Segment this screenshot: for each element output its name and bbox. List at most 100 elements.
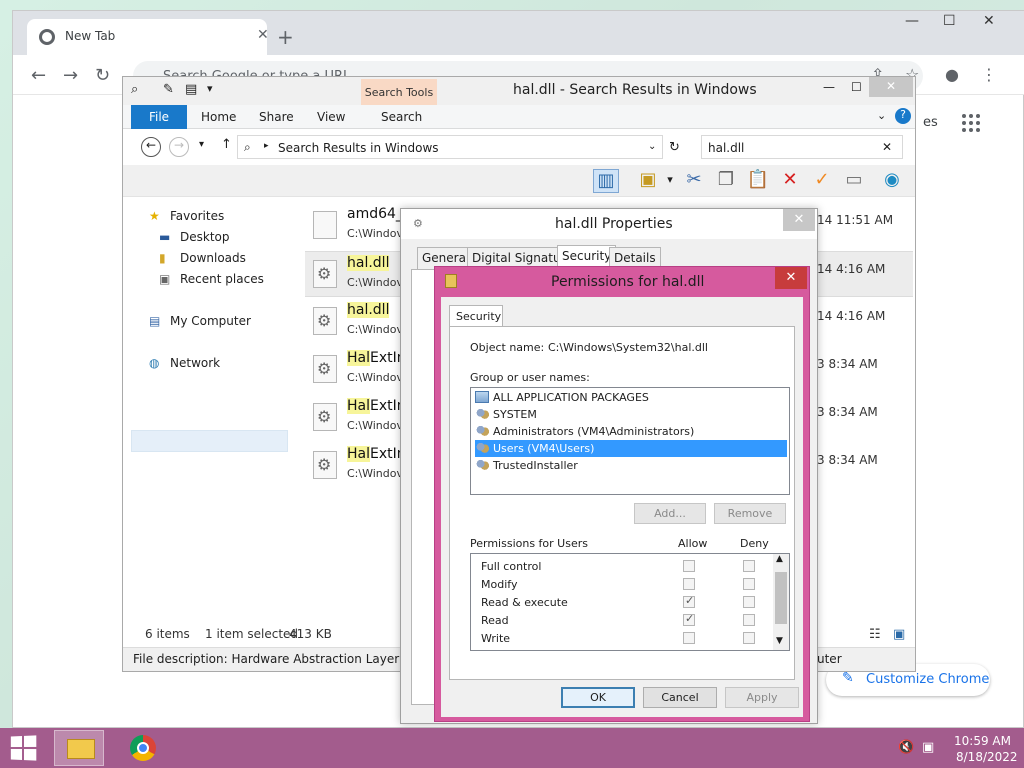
permission-row: Write xyxy=(481,632,771,650)
explorer-maximize-icon[interactable]: ☐ xyxy=(851,80,862,94)
clear-search-icon[interactable]: ✕ xyxy=(882,140,892,154)
deny-checkbox[interactable] xyxy=(743,578,755,590)
list-item[interactable]: TrustedInstaller xyxy=(475,457,787,474)
chrome-maximize-icon[interactable]: ☐ xyxy=(943,13,956,29)
add-button[interactable]: Add... xyxy=(634,503,706,524)
clock-time[interactable]: 10:59 AM xyxy=(954,734,1011,748)
address-dropdown-icon[interactable]: ⌄ xyxy=(648,141,656,152)
nav-label: Desktop xyxy=(180,230,230,244)
globe-icon[interactable]: ◉ xyxy=(879,169,905,193)
list-item[interactable]: Administrators (VM4\Administrators) xyxy=(475,423,787,440)
file-name: HalExtIn xyxy=(347,446,406,462)
ribbon-expand-icon[interactable]: ⌄ xyxy=(877,109,886,122)
copy-icon[interactable]: ❐ xyxy=(713,169,739,193)
cut-icon[interactable]: ✂ xyxy=(681,169,707,193)
close-tab-icon[interactable]: ✕ xyxy=(257,27,269,43)
deny-checkbox[interactable] xyxy=(743,596,755,608)
taskbar-file-explorer[interactable] xyxy=(54,730,104,766)
address-text: Search Results in Windows xyxy=(278,141,439,155)
customize-qat-icon[interactable]: ▾ xyxy=(207,82,213,95)
ribbon-tab-share[interactable]: Share xyxy=(259,110,294,124)
breadcrumb-chevron-icon: ▸ xyxy=(264,141,269,151)
allow-checkbox[interactable] xyxy=(683,632,695,644)
deny-checkbox[interactable] xyxy=(743,614,755,626)
recent-locations-icon[interactable]: ▾ xyxy=(199,139,204,150)
search-quick-icon[interactable]: ⌕ xyxy=(131,82,138,97)
new-tab-plus-icon[interactable]: + xyxy=(277,25,294,49)
ribbon-tab-file[interactable]: File xyxy=(131,105,187,129)
chrome-partial-link[interactable]: es xyxy=(923,115,938,130)
details-view-icon[interactable]: ☷ xyxy=(869,627,881,642)
allow-checkbox[interactable] xyxy=(683,612,695,626)
ribbon-tab-search[interactable]: Search xyxy=(381,110,422,124)
reload-icon[interactable]: ↻ xyxy=(95,65,110,86)
tab-security[interactable]: Security xyxy=(449,305,503,327)
explorer-close-icon[interactable]: ✕ xyxy=(869,77,913,97)
scroll-up-icon[interactable]: ▲ xyxy=(776,554,783,564)
ok-button[interactable]: OK xyxy=(561,687,635,708)
chrome-menu-icon[interactable]: ⋮ xyxy=(981,65,997,84)
file-name-highlight: Hal xyxy=(347,446,370,462)
windows-start-icon[interactable] xyxy=(10,735,37,761)
help-icon[interactable]: ? xyxy=(895,108,911,124)
large-icons-view-icon[interactable]: ▣ xyxy=(893,627,905,642)
chrome-close-icon[interactable]: ✕ xyxy=(983,13,995,29)
remove-button[interactable]: Remove xyxy=(714,503,786,524)
properties-quick-icon[interactable]: ✎ xyxy=(163,82,174,97)
list-item-selected[interactable]: Users (VM4\Users) xyxy=(475,440,787,457)
group-user-list[interactable]: ALL APPLICATION PACKAGES SYSTEM Administ… xyxy=(470,387,790,495)
permissions-close-icon[interactable]: ✕ xyxy=(775,267,807,289)
scroll-down-icon[interactable]: ▼ xyxy=(776,636,783,646)
list-item[interactable]: SYSTEM xyxy=(475,406,787,423)
explorer-back-icon[interactable]: ← xyxy=(141,137,161,157)
select-check-icon[interactable]: ✓ xyxy=(809,169,835,193)
allow-checkbox[interactable] xyxy=(683,560,695,572)
preview-pane-icon[interactable]: ▥ xyxy=(593,169,619,193)
new-folder-quick-icon[interactable]: ▤ xyxy=(185,82,197,97)
explorer-minimize-icon[interactable]: — xyxy=(823,80,835,94)
nav-item-network[interactable]: ◍ Network xyxy=(149,356,220,370)
list-item[interactable]: ALL APPLICATION PACKAGES xyxy=(475,389,787,406)
network-tray-icon[interactable]: ▣ xyxy=(922,740,934,755)
refresh-icon[interactable]: ↻ xyxy=(669,140,680,155)
chrome-minimize-icon[interactable]: — xyxy=(905,13,919,29)
paste-icon[interactable]: 📋 xyxy=(745,169,771,193)
nav-item-recent-places[interactable]: ▣ Recent places xyxy=(159,272,264,286)
up-arrow-icon[interactable]: ↑ xyxy=(221,137,232,152)
profile-avatar-icon[interactable]: ● xyxy=(945,65,959,84)
chrome-tab-new-tab[interactable]: New Tab ✕ xyxy=(27,19,269,55)
delete-icon[interactable]: ✕ xyxy=(777,169,803,193)
nav-item-desktop[interactable]: ▬ Desktop xyxy=(159,230,230,244)
forward-arrow-icon[interactable]: → xyxy=(63,65,78,86)
cancel-button[interactable]: Cancel xyxy=(643,687,717,708)
allow-checkbox[interactable] xyxy=(683,594,695,608)
nav-item-my-computer[interactable]: ▤ My Computer xyxy=(149,314,251,328)
file-name-highlight: Hal xyxy=(347,398,370,414)
file-date: 3 8:34 AM xyxy=(817,453,878,467)
properties-dropdown-icon[interactable]: ▾ xyxy=(657,173,683,197)
back-arrow-icon[interactable]: ← xyxy=(31,65,46,86)
details-right-text: uter xyxy=(817,652,842,666)
ribbon-tab-view[interactable]: View xyxy=(317,110,345,124)
nav-item-downloads[interactable]: ▮ Downloads xyxy=(159,251,246,265)
deny-checkbox[interactable] xyxy=(743,560,755,572)
volume-muted-icon[interactable]: 🔇 xyxy=(898,740,914,755)
scroll-thumb[interactable] xyxy=(775,572,787,624)
apps-grid-icon[interactable] xyxy=(962,114,980,132)
allow-checkbox[interactable] xyxy=(683,578,695,590)
search-input[interactable]: hal.dll ✕ xyxy=(701,135,903,159)
deny-checkbox[interactable] xyxy=(743,632,755,644)
explorer-forward-icon[interactable]: → xyxy=(169,137,189,157)
users-group-icon xyxy=(475,442,489,454)
address-box[interactable]: ⌕ ▸ Search Results in Windows ⌄ xyxy=(237,135,663,159)
taskbar-chrome[interactable] xyxy=(118,730,168,766)
apply-button[interactable]: Apply xyxy=(725,687,799,708)
nav-item-favorites[interactable]: ★ Favorites xyxy=(149,209,224,223)
clock-date[interactable]: 8/18/2022 xyxy=(956,750,1018,764)
rename-icon[interactable]: ▭ xyxy=(841,169,867,193)
permissions-scrollbar[interactable]: ▲ ▼ xyxy=(773,554,789,650)
properties-close-icon[interactable]: ✕ xyxy=(783,209,815,231)
star-icon: ★ xyxy=(149,209,160,223)
ribbon-tab-home[interactable]: Home xyxy=(201,110,236,124)
permissions-title: Permissions for hal.dll xyxy=(551,274,705,290)
